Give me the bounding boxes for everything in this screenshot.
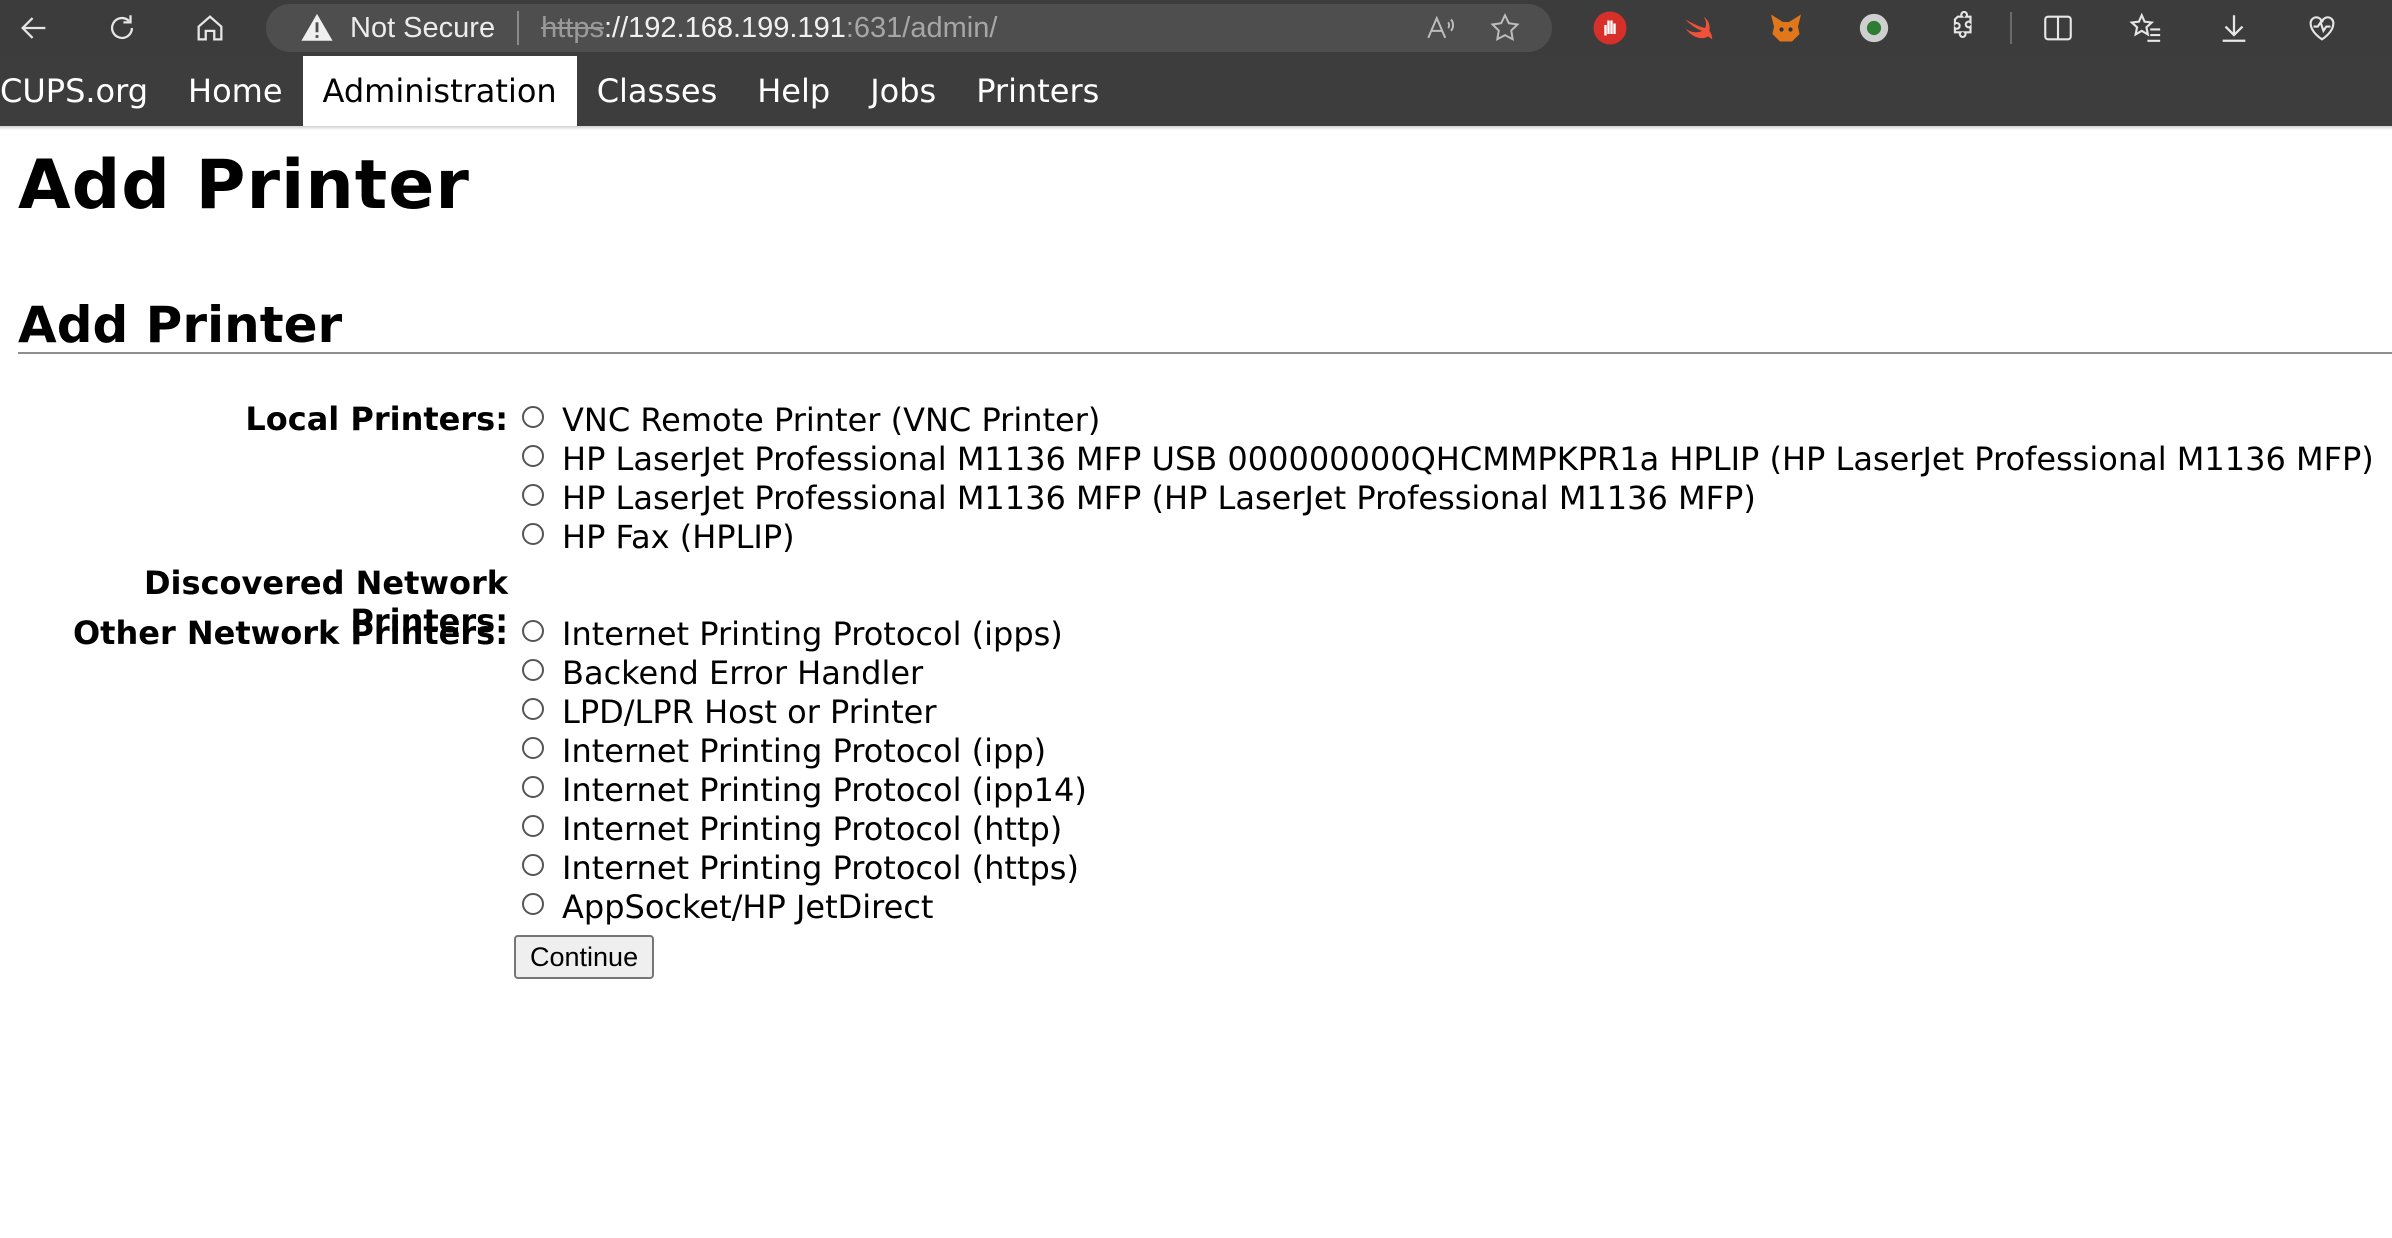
option-label: LPD/LPR Host or Printer bbox=[562, 692, 937, 731]
url-path: :631/admin/ bbox=[845, 11, 998, 44]
radio-button[interactable] bbox=[522, 697, 544, 720]
radio-button[interactable] bbox=[522, 736, 544, 759]
radio-button[interactable] bbox=[522, 775, 544, 798]
ad-block-icon[interactable] bbox=[1592, 10, 1628, 46]
toolbar-divider bbox=[2010, 12, 2012, 44]
nav-jobs[interactable]: Jobs bbox=[850, 56, 956, 126]
radio-button[interactable] bbox=[522, 619, 544, 642]
section-title: Add Printer bbox=[18, 296, 343, 354]
split-screen-icon[interactable] bbox=[2040, 10, 2076, 46]
favorite-star-icon[interactable] bbox=[1488, 11, 1522, 45]
option-label: VNC Remote Printer (VNC Printer) bbox=[562, 400, 1101, 439]
network-printer-option[interactable]: Internet Printing Protocol (ipps) bbox=[522, 614, 1063, 653]
radio-button[interactable] bbox=[522, 892, 544, 915]
option-label: HP LaserJet Professional M1136 MFP (HP L… bbox=[562, 478, 1756, 517]
downloads-icon[interactable] bbox=[2216, 10, 2252, 46]
back-icon[interactable] bbox=[14, 8, 54, 48]
option-label: HP Fax (HPLIP) bbox=[562, 517, 795, 556]
network-printer-option[interactable]: Backend Error Handler bbox=[522, 653, 923, 692]
local-printers-label: Local Printers: bbox=[245, 400, 508, 438]
home-icon[interactable] bbox=[190, 8, 230, 48]
local-printer-option[interactable]: HP Fax (HPLIP) bbox=[522, 517, 795, 556]
radio-button[interactable] bbox=[522, 483, 544, 506]
local-printer-option[interactable]: VNC Remote Printer (VNC Printer) bbox=[522, 400, 1100, 439]
nav-classes[interactable]: Classes bbox=[577, 56, 738, 126]
address-divider bbox=[517, 11, 520, 45]
nav-home[interactable]: Home bbox=[168, 56, 303, 126]
warning-icon bbox=[301, 13, 333, 41]
reload-icon[interactable] bbox=[102, 8, 142, 48]
network-printer-option[interactable]: Internet Printing Protocol (ipp14) bbox=[522, 770, 1087, 809]
local-printer-option[interactable]: HP LaserJet Professional M1136 MFP (HP L… bbox=[522, 478, 1756, 517]
network-printer-option[interactable]: AppSocket/HP JetDirect bbox=[522, 887, 933, 926]
option-label: Internet Printing Protocol (ipps) bbox=[562, 614, 1063, 653]
cups-navigation: CUPS.org Home Administration Classes Hel… bbox=[0, 56, 2392, 126]
option-label: Internet Printing Protocol (ipp14) bbox=[562, 770, 1087, 809]
option-label: HP LaserJet Professional M1136 MFP USB 0… bbox=[562, 439, 2374, 478]
radio-button[interactable] bbox=[522, 444, 544, 467]
network-printer-option[interactable]: Internet Printing Protocol (ipp) bbox=[522, 731, 1046, 770]
url-host: ://192.168.199.191 bbox=[603, 11, 846, 44]
option-label: Backend Error Handler bbox=[562, 653, 924, 692]
other-network-printers-label: Other Network Printers: bbox=[72, 614, 508, 652]
radio-button[interactable] bbox=[522, 853, 544, 876]
option-label: Internet Printing Protocol (https) bbox=[562, 848, 1079, 887]
radio-button[interactable] bbox=[522, 522, 544, 545]
nav-printers[interactable]: Printers bbox=[956, 56, 1119, 126]
nav-shadow bbox=[0, 126, 2392, 130]
metamask-fox-icon[interactable] bbox=[1768, 10, 1804, 46]
url-scheme: https bbox=[541, 11, 604, 44]
page-title: Add Printer bbox=[18, 146, 470, 225]
option-label: Internet Printing Protocol (http) bbox=[562, 809, 1063, 848]
network-printer-option[interactable]: Internet Printing Protocol (https) bbox=[522, 848, 1079, 887]
swift-icon[interactable] bbox=[1680, 10, 1716, 46]
local-printer-option[interactable]: HP LaserJet Professional M1136 MFP USB 0… bbox=[522, 439, 2374, 478]
option-label: AppSocket/HP JetDirect bbox=[562, 887, 934, 926]
record-icon[interactable] bbox=[1856, 10, 1892, 46]
radio-button[interactable] bbox=[522, 405, 544, 428]
continue-button[interactable]: Continue bbox=[514, 935, 655, 979]
address-bar[interactable]: Not Secure https://192.168.199.191:631/a… bbox=[266, 4, 1552, 52]
security-label[interactable]: Not Secure bbox=[350, 12, 495, 45]
url-text[interactable]: https://192.168.199.191:631/admin/ bbox=[541, 12, 997, 45]
read-aloud-icon[interactable] bbox=[1424, 11, 1458, 45]
option-label: Internet Printing Protocol (ipp) bbox=[562, 731, 1047, 770]
radio-button[interactable] bbox=[522, 658, 544, 681]
network-printer-option[interactable]: LPD/LPR Host or Printer bbox=[522, 692, 936, 731]
section-divider bbox=[18, 352, 2392, 354]
radio-button[interactable] bbox=[522, 814, 544, 837]
browser-toolbar: Not Secure https://192.168.199.191:631/a… bbox=[0, 0, 2392, 56]
network-printer-option[interactable]: Internet Printing Protocol (http) bbox=[522, 809, 1062, 848]
extensions-puzzle-icon[interactable] bbox=[1944, 10, 1980, 46]
nav-administration[interactable]: Administration bbox=[302, 56, 577, 126]
nav-help[interactable]: Help bbox=[737, 56, 850, 126]
nav-cups-org[interactable]: CUPS.org bbox=[0, 56, 168, 126]
browser-essentials-icon[interactable] bbox=[2304, 10, 2340, 46]
favorites-list-icon[interactable] bbox=[2128, 10, 2164, 46]
